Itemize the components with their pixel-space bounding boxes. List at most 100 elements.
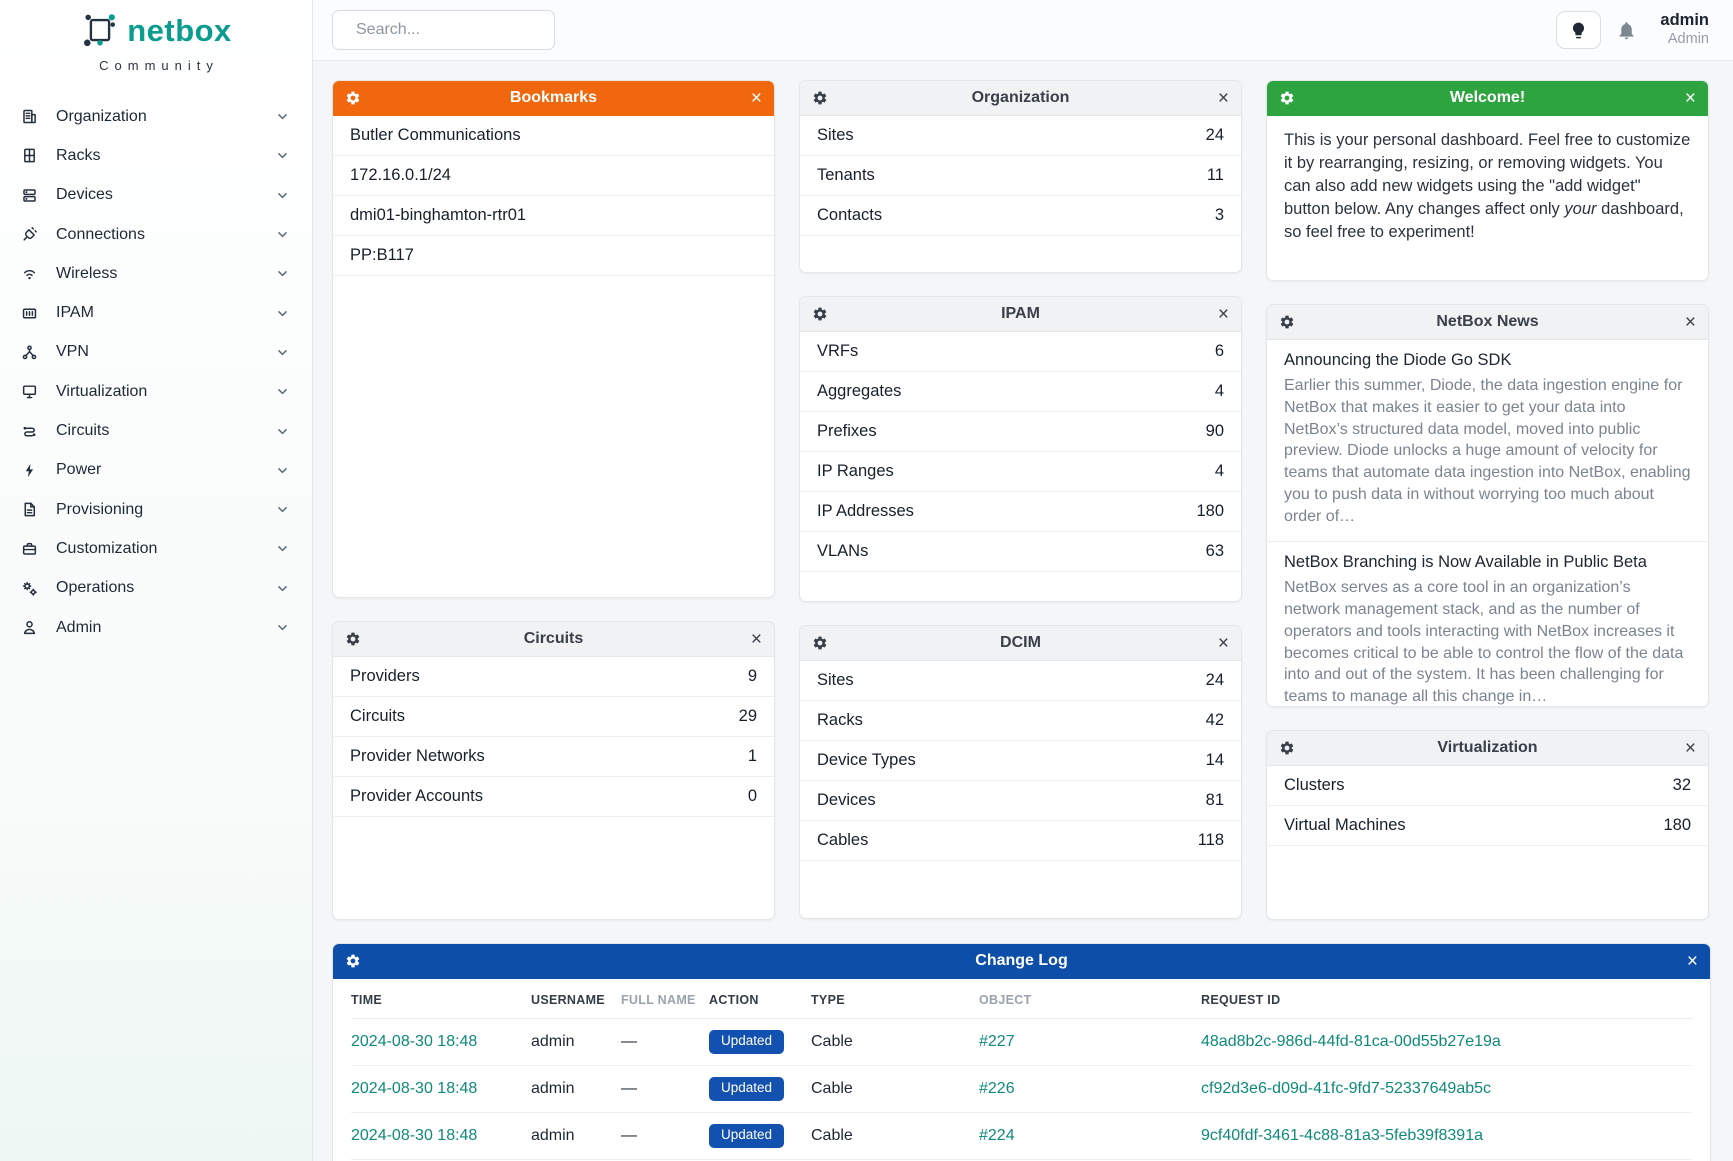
brand-subtitle: Community bbox=[0, 58, 312, 73]
bookmark-link[interactable]: 172.16.0.1/24 bbox=[350, 166, 451, 185]
close-icon[interactable]: × bbox=[1687, 952, 1698, 971]
changelog-object-link[interactable]: #227 bbox=[979, 1033, 1015, 1050]
close-icon[interactable]: × bbox=[1218, 89, 1229, 108]
changelog-requestid-link[interactable]: cf92d3e6-d09d-41fc-9fd7-52337649ab5c bbox=[1201, 1080, 1491, 1097]
sidebar-item-power[interactable]: Power bbox=[0, 451, 312, 490]
bookmark-link[interactable]: dmi01-binghamton-rtr01 bbox=[350, 206, 526, 225]
stat-row: Provider Accounts0 bbox=[333, 777, 774, 817]
changelog-column-header: TYPE bbox=[811, 979, 979, 1019]
sidebar-item-connections[interactable]: Connections bbox=[0, 215, 312, 254]
stat-row: Cables 118 bbox=[800, 821, 1241, 861]
gear-icon[interactable] bbox=[812, 90, 828, 106]
stat-link[interactable]: Provider Networks bbox=[350, 747, 485, 766]
search-input[interactable] bbox=[356, 21, 563, 39]
close-icon[interactable]: × bbox=[1218, 634, 1229, 653]
stat-link[interactable]: Providers bbox=[350, 667, 420, 686]
sidebar-item-ipam[interactable]: IPAM bbox=[0, 293, 312, 332]
changelog-requestid-link[interactable]: 9cf40fdf-3461-4c88-81a3-5feb39f8391a bbox=[1201, 1127, 1483, 1144]
stat-link[interactable]: Racks bbox=[817, 711, 863, 730]
stat-link[interactable]: VRFs bbox=[817, 342, 858, 361]
gear-icon[interactable] bbox=[345, 90, 361, 106]
brand-logo[interactable]: netbox Community bbox=[0, 0, 312, 73]
sidebar-item-racks[interactable]: Racks bbox=[0, 136, 312, 175]
sidebar-item-admin[interactable]: Admin bbox=[0, 608, 312, 647]
stat-link[interactable]: Aggregates bbox=[817, 382, 901, 401]
sidebar-item-organization[interactable]: Organization bbox=[0, 97, 312, 136]
sidebar-item-devices[interactable]: Devices bbox=[0, 176, 312, 215]
username: admin bbox=[1660, 11, 1709, 31]
stat-link[interactable]: Sites bbox=[817, 671, 854, 690]
gear-icon[interactable] bbox=[345, 953, 361, 969]
topbar: admin Admin bbox=[313, 0, 1733, 61]
widget-change-log: Change Log × TIMEUSERNAMEFULL NAMEACTION… bbox=[332, 943, 1711, 1161]
table-row: 2024-08-30 18:48admin—UpdatedCable#2249c… bbox=[351, 1112, 1692, 1159]
stat-row: Tenants11 bbox=[800, 156, 1241, 196]
bookmark-link[interactable]: Butler Communications bbox=[350, 126, 521, 145]
stat-value: 63 bbox=[1206, 542, 1224, 561]
stat-row: Virtual Machines180 bbox=[1267, 806, 1708, 846]
sidebar-item-operations[interactable]: Operations bbox=[0, 569, 312, 608]
stat-link[interactable]: Contacts bbox=[817, 206, 882, 225]
close-icon[interactable]: × bbox=[1218, 305, 1229, 324]
changelog-time-link[interactable]: 2024-08-30 18:48 bbox=[351, 1033, 477, 1050]
stat-link[interactable]: IP Addresses bbox=[817, 502, 914, 521]
document-icon bbox=[21, 501, 38, 518]
gear-icon[interactable] bbox=[1279, 314, 1295, 330]
sidebar-item-wireless[interactable]: Wireless bbox=[0, 254, 312, 293]
gear-icon[interactable] bbox=[812, 306, 828, 322]
widget-circuits: Circuits × Providers9Circuits29Provider … bbox=[332, 621, 775, 920]
stat-link[interactable]: Sites bbox=[817, 126, 854, 145]
sidebar-item-circuits[interactable]: Circuits bbox=[0, 411, 312, 450]
close-icon[interactable]: × bbox=[1685, 89, 1696, 108]
stat-link[interactable]: Clusters bbox=[1284, 776, 1345, 795]
stat-link[interactable]: Tenants bbox=[817, 166, 875, 185]
gear-icon[interactable] bbox=[1279, 90, 1295, 106]
stat-value: 24 bbox=[1206, 126, 1224, 145]
stat-value: 118 bbox=[1198, 831, 1224, 850]
close-icon[interactable]: × bbox=[751, 89, 762, 108]
stat-value: 180 bbox=[1196, 502, 1224, 521]
changelog-requestid-link[interactable]: 48ad8b2c-986d-44fd-81ca-00d55b27e19a bbox=[1201, 1033, 1501, 1050]
sidebar-item-vpn[interactable]: VPN bbox=[0, 333, 312, 372]
changelog-object-link[interactable]: #224 bbox=[979, 1127, 1015, 1144]
stat-link[interactable]: Cables bbox=[817, 831, 868, 850]
gear-icon[interactable] bbox=[1279, 740, 1295, 756]
stat-value: 3 bbox=[1215, 206, 1224, 225]
stat-link[interactable]: Virtual Machines bbox=[1284, 816, 1406, 835]
changelog-time-link[interactable]: 2024-08-30 18:48 bbox=[351, 1080, 477, 1097]
stat-link[interactable]: Devices bbox=[817, 791, 876, 810]
sidebar-item-label: VPN bbox=[56, 343, 275, 361]
widget-title: Circuits bbox=[333, 630, 774, 648]
notifications-button[interactable] bbox=[1616, 20, 1637, 41]
widget-title: Bookmarks bbox=[333, 89, 774, 107]
stat-link[interactable]: Circuits bbox=[350, 707, 405, 726]
bookmark-link[interactable]: PP:B117 bbox=[350, 246, 414, 265]
stat-value: 42 bbox=[1206, 711, 1224, 730]
theme-toggle-button[interactable] bbox=[1556, 11, 1601, 49]
chevron-down-icon bbox=[275, 541, 290, 556]
stat-link[interactable]: Provider Accounts bbox=[350, 787, 483, 806]
news-headline-link[interactable]: Announcing the Diode Go SDK bbox=[1284, 351, 1691, 370]
sidebar-item-virtualization[interactable]: Virtualization bbox=[0, 372, 312, 411]
welcome-text: This is your personal dashboard. Feel fr… bbox=[1267, 116, 1708, 257]
user-menu[interactable]: admin Admin bbox=[1660, 11, 1709, 48]
changelog-time-link[interactable]: 2024-08-30 18:48 bbox=[351, 1127, 477, 1144]
close-icon[interactable]: × bbox=[751, 630, 762, 649]
close-icon[interactable]: × bbox=[1685, 313, 1696, 332]
close-icon[interactable]: × bbox=[1685, 739, 1696, 758]
stat-link[interactable]: Device Types bbox=[817, 751, 916, 770]
stat-link[interactable]: IP Ranges bbox=[817, 462, 894, 481]
user-role: Admin bbox=[1660, 31, 1709, 48]
news-headline-link[interactable]: NetBox Branching is Now Available in Pub… bbox=[1284, 553, 1691, 572]
stat-value: 81 bbox=[1206, 791, 1224, 810]
sidebar-item-provisioning[interactable]: Provisioning bbox=[0, 490, 312, 529]
changelog-object-link[interactable]: #226 bbox=[979, 1080, 1015, 1097]
changelog-username: admin bbox=[531, 1065, 621, 1112]
sidebar-item-customization[interactable]: Customization bbox=[0, 529, 312, 568]
stat-link[interactable]: Prefixes bbox=[817, 422, 877, 441]
stat-value: 6 bbox=[1215, 342, 1224, 361]
gear-icon[interactable] bbox=[345, 631, 361, 647]
chevron-down-icon bbox=[275, 227, 290, 242]
stat-link[interactable]: VLANs bbox=[817, 542, 868, 561]
gear-icon[interactable] bbox=[812, 635, 828, 651]
